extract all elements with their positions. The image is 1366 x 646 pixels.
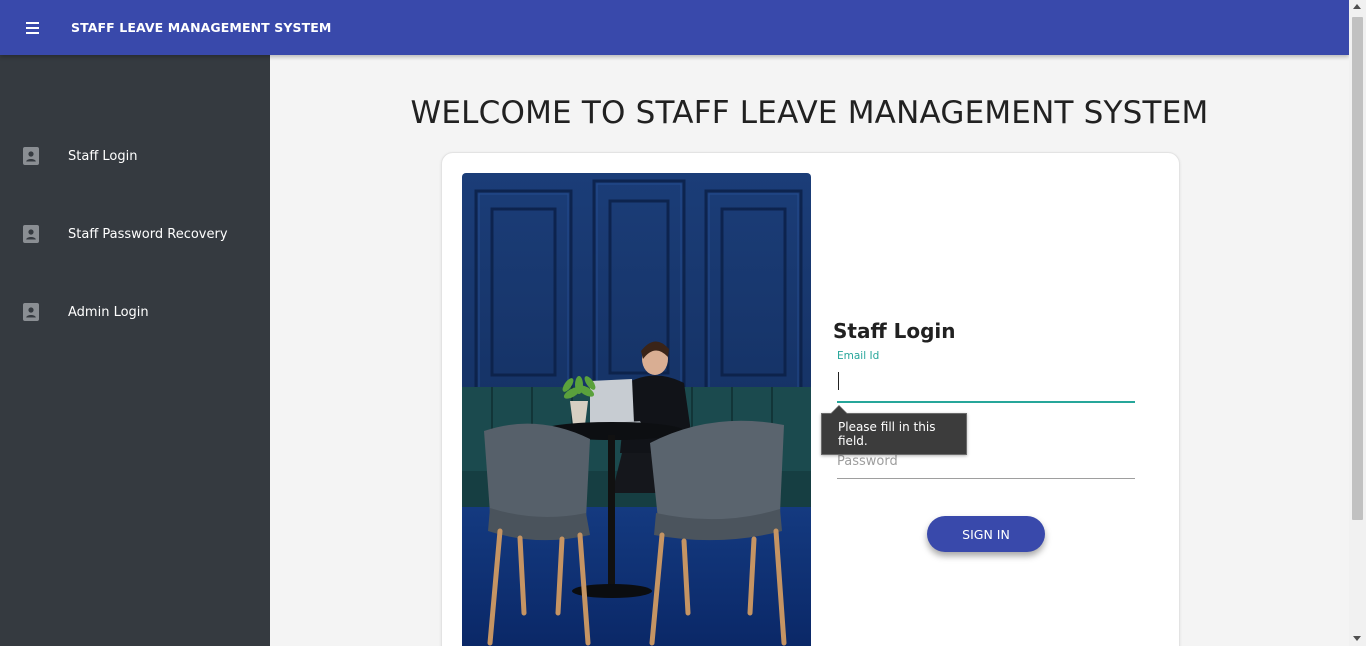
validation-tooltip-text: Please fill in this field.	[838, 420, 936, 448]
text-caret	[838, 372, 839, 390]
email-input[interactable]	[837, 367, 1135, 403]
sidebar-item-staff-password-recovery[interactable]: Staff Password Recovery	[0, 214, 270, 254]
scroll-down-arrow-icon[interactable]	[1353, 636, 1361, 641]
top-app-bar: STAFF LEAVE MANAGEMENT SYSTEM	[0, 0, 1349, 55]
login-card: Staff Login Email Id Please fill in this…	[441, 152, 1180, 646]
validation-tooltip: Please fill in this field.	[821, 405, 967, 455]
office-photo	[462, 173, 811, 646]
account-box-icon	[23, 303, 39, 321]
account-box-icon	[23, 225, 39, 243]
scrollbar-thumb[interactable]	[1352, 17, 1363, 520]
hamburger-menu-icon[interactable]	[16, 12, 48, 44]
sidebar-item-staff-login[interactable]: Staff Login	[0, 136, 270, 176]
app-title: STAFF LEAVE MANAGEMENT SYSTEM	[71, 20, 332, 35]
sidebar-item-label: Admin Login	[68, 304, 149, 320]
sign-in-button[interactable]: SIGN IN	[927, 516, 1045, 552]
account-box-icon	[23, 147, 39, 165]
sidebar: Staff Login Staff Password Recovery Admi…	[0, 55, 270, 646]
page-scrollbar[interactable]	[1349, 0, 1366, 646]
scroll-up-arrow-icon[interactable]	[1353, 4, 1361, 9]
main-content: WELCOME TO STAFF LEAVE MANAGEMENT SYSTEM	[270, 55, 1349, 646]
welcome-heading: WELCOME TO STAFF LEAVE MANAGEMENT SYSTEM	[410, 95, 1209, 131]
sidebar-item-admin-login[interactable]: Admin Login	[0, 292, 270, 332]
sidebar-item-label: Staff Password Recovery	[68, 226, 228, 242]
sidebar-item-label: Staff Login	[68, 148, 138, 164]
office-photo-illustration	[462, 173, 811, 646]
email-label: Email Id	[837, 350, 880, 362]
login-form-title: Staff Login	[833, 319, 956, 343]
